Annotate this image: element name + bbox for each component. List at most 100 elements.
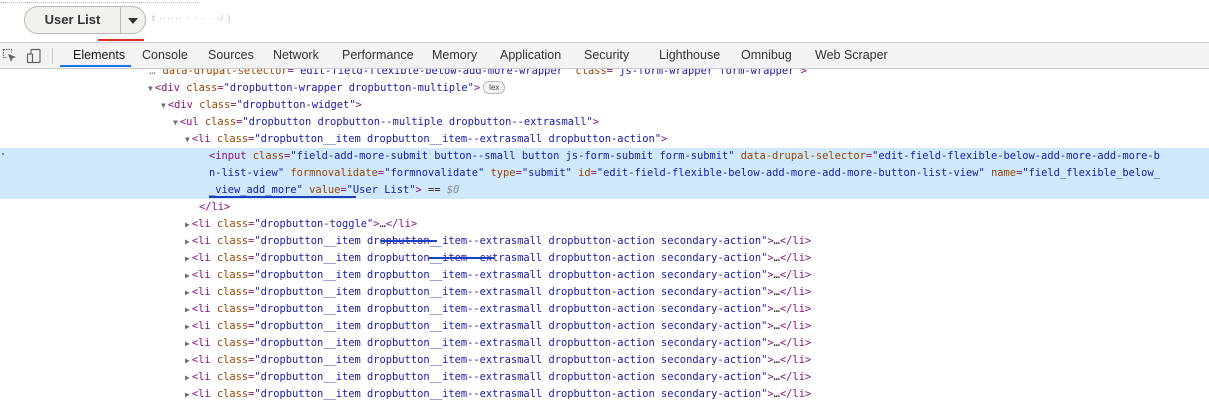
dom-node-line[interactable]: ▼ <li class="dropbutton__item dropbutton_… bbox=[0, 131, 1209, 148]
expand-arrow-right-icon[interactable]: ▶ bbox=[185, 390, 190, 399]
code-token-val: "User List" bbox=[346, 184, 416, 196]
expand-arrow-down-icon[interactable]: ▼ bbox=[161, 101, 166, 110]
tab-network[interactable]: Network bbox=[273, 43, 319, 68]
code-token-attr: formnovalidate bbox=[284, 167, 378, 179]
code-token-dim: $0 bbox=[446, 184, 460, 196]
inspect-element-icon[interactable] bbox=[2, 48, 18, 64]
code-token-tag: <div bbox=[154, 82, 180, 94]
expand-arrow-right-icon[interactable]: ▶ bbox=[185, 305, 190, 314]
dom-node-text: ▶<li class="dropbutton__item dropbutton_… bbox=[185, 352, 811, 369]
code-token-punc: > bbox=[800, 69, 807, 77]
dom-node-text: … data-drupal-selector="edit-field-flexi… bbox=[150, 69, 807, 80]
code-token-val: "dropbutton-widget" bbox=[236, 99, 356, 111]
dom-node-line[interactable]: ▶<li class="dropbutton__item dropbutton_… bbox=[0, 369, 1209, 386]
tab-omnibug[interactable]: Omnibug bbox=[741, 43, 792, 68]
code-token-tag: <li bbox=[191, 269, 211, 281]
dom-node-line[interactable]: ▼ <div class="dropbutton-widget"> bbox=[0, 97, 1209, 114]
tab-security[interactable]: Security bbox=[584, 43, 629, 68]
expand-arrow-right-icon[interactable]: ▶ bbox=[185, 237, 190, 246]
tab-console[interactable]: Console bbox=[142, 43, 188, 68]
user-list-button[interactable]: User List bbox=[25, 7, 120, 33]
tab-sources[interactable]: Sources bbox=[208, 43, 254, 68]
tab-web-scraper[interactable]: Web Scraper bbox=[815, 43, 888, 68]
code-token-tag: > bbox=[473, 82, 481, 94]
blue-annotation-underline bbox=[209, 196, 356, 198]
dom-node-line[interactable]: ▶<li class="dropbutton__item dropbutton_… bbox=[0, 284, 1209, 301]
expand-arrow-right-icon[interactable]: ▶ bbox=[185, 271, 190, 280]
red-annotation-underline bbox=[98, 39, 144, 41]
tab-application[interactable]: Application bbox=[500, 43, 561, 68]
expand-arrow-right-icon[interactable]: ▶ bbox=[185, 356, 190, 365]
dom-node-line[interactable]: ▼ <ul class="dropbutton dropbutton--multi… bbox=[0, 114, 1209, 131]
code-token-val: "dropbutton__item dropbutton__item--extr… bbox=[254, 269, 768, 281]
code-token-val: "dropbutton__item dropbutton__item--extr… bbox=[254, 388, 768, 400]
expand-arrow-right-icon[interactable]: ▶ bbox=[185, 339, 190, 348]
dom-node-text: ▼ <ul class="dropbutton dropbutton--multi… bbox=[173, 114, 599, 131]
code-token-val: "dropbutton dropbutton--multiple dropbut… bbox=[242, 116, 593, 128]
code-token-tag: </li> bbox=[779, 371, 812, 383]
device-toolbar-icon[interactable] bbox=[26, 48, 42, 64]
dom-node-line[interactable]: ▶<li class="dropbutton__item dropbutton_… bbox=[0, 233, 1209, 250]
code-token-tag: </li> bbox=[779, 235, 812, 247]
dom-node-selected[interactable]: n-list-view" formnovalidate="formnovalid… bbox=[0, 165, 1209, 182]
devtools-tabbar: Elements Console Sources Network Performance… bbox=[0, 42, 1209, 69]
tab-lighthouse[interactable]: Lighthouse bbox=[659, 43, 720, 68]
code-token-tag: <li bbox=[191, 286, 211, 298]
code-token-val: "dropbutton__item dropbutton__item--extr… bbox=[254, 354, 768, 366]
code-token-tag: </li> bbox=[779, 320, 812, 332]
expand-arrow-right-icon[interactable]: ▶ bbox=[185, 288, 190, 297]
code-token-tag: <li bbox=[191, 337, 211, 349]
dom-node-line[interactable]: ▶<li class="dropbutton__item dropbutton_… bbox=[0, 267, 1209, 284]
code-token-tag: </li> bbox=[199, 201, 231, 213]
code-token-attr: class bbox=[210, 269, 249, 281]
expand-arrow-right-icon[interactable]: ▶ bbox=[185, 373, 190, 382]
code-token-val: "edit-field-flexible-below-add-more-add-… bbox=[872, 150, 1160, 162]
dom-node-line[interactable]: ▶<li class="dropbutton__item dropbutton_… bbox=[0, 386, 1209, 403]
dom-node-text: ▶<li class="dropbutton__item dropbutton_… bbox=[185, 250, 811, 267]
dom-node-line[interactable]: ▼ <div class="dropbutton-wrapper dropbutt… bbox=[0, 80, 1209, 97]
code-token-tag: > bbox=[661, 133, 668, 145]
dom-node-text: ▼ <li class="dropbutton__item dropbutton_… bbox=[185, 131, 667, 148]
dropbutton-toggle[interactable] bbox=[121, 7, 145, 33]
dom-node-selected[interactable]: _view_add_more" value="User List"> == $0 bbox=[0, 182, 1209, 199]
expand-arrow-down-icon[interactable]: ▼ bbox=[185, 135, 190, 144]
dom-node-line[interactable]: ▶<li class="dropbutton__item dropbutton_… bbox=[0, 301, 1209, 318]
dom-node-line[interactable]: ▶<li class="dropbutton__item dropbutton_… bbox=[0, 318, 1209, 335]
code-token-attr: id bbox=[571, 167, 591, 179]
dom-node-line[interactable]: ▶ <li class="dropbutton-toggle">…</li> bbox=[0, 216, 1209, 233]
code-token-val: _view_add_more" bbox=[209, 184, 303, 196]
dom-node-line[interactable]: ▶<li class="dropbutton__item dropbutton_… bbox=[0, 352, 1209, 369]
dom-node-line[interactable]: … data-drupal-selector="edit-field-flexi… bbox=[0, 69, 1209, 80]
code-token-val: "submit" bbox=[521, 167, 572, 179]
code-token-val: "dropbutton__item dropbutton__item--extr… bbox=[254, 337, 768, 349]
tab-performance[interactable]: Performance bbox=[342, 43, 414, 68]
dom-node-text: ▶<li class="dropbutton__item dropbutton_… bbox=[185, 335, 811, 352]
dom-node-line[interactable]: </li> bbox=[0, 199, 1209, 216]
code-token-val: "edit-field-flexible-below-add-more-wrap… bbox=[293, 69, 570, 77]
dom-node-text: ▶ <li class="dropbutton-toggle">…</li> bbox=[185, 216, 417, 233]
code-token-attr: data-drupal-selector bbox=[156, 69, 288, 77]
toolbar-separator bbox=[52, 48, 53, 64]
code-token-tag: </li> bbox=[385, 218, 418, 230]
code-token-tag: </li> bbox=[779, 269, 812, 281]
code-token-tag: </li> bbox=[779, 303, 812, 315]
blue-annotation-underline bbox=[381, 240, 437, 242]
dom-node-text: </li> bbox=[199, 199, 230, 216]
dom-node-line[interactable]: ▶<li class="dropbutton__item dropbutton_… bbox=[0, 335, 1209, 352]
dom-node-line[interactable]: ▶<li class="dropbutton__item dropbutton_… bbox=[0, 250, 1209, 267]
dom-node-text: ▶<li class="dropbutton__item dropbutton_… bbox=[185, 267, 811, 284]
code-token-tag: <input bbox=[209, 150, 247, 162]
tab-memory[interactable]: Memory bbox=[432, 43, 477, 68]
expand-arrow-down-icon[interactable]: ▼ bbox=[148, 84, 153, 93]
expand-arrow-right-icon[interactable]: ▶ bbox=[185, 254, 190, 263]
dom-node-text: ▶<li class="dropbutton__item dropbutton_… bbox=[185, 233, 811, 250]
dom-node-selected[interactable]: <input class="field-add-more-submit butt… bbox=[0, 148, 1209, 165]
code-token-val: "dropbutton__item dropbutton__item--extr… bbox=[254, 235, 768, 247]
flex-badge[interactable]: lex bbox=[483, 81, 506, 94]
expand-arrow-right-icon[interactable]: ▶ bbox=[185, 220, 190, 229]
code-token-val: "js-form-wrapper form-wrapper" bbox=[612, 69, 801, 77]
code-token-val: "field_flexible_below_ bbox=[1022, 167, 1160, 179]
expand-arrow-right-icon[interactable]: ▶ bbox=[185, 322, 190, 331]
user-list-dropbutton[interactable]: User List bbox=[24, 6, 146, 34]
expand-arrow-down-icon[interactable]: ▼ bbox=[173, 118, 178, 127]
